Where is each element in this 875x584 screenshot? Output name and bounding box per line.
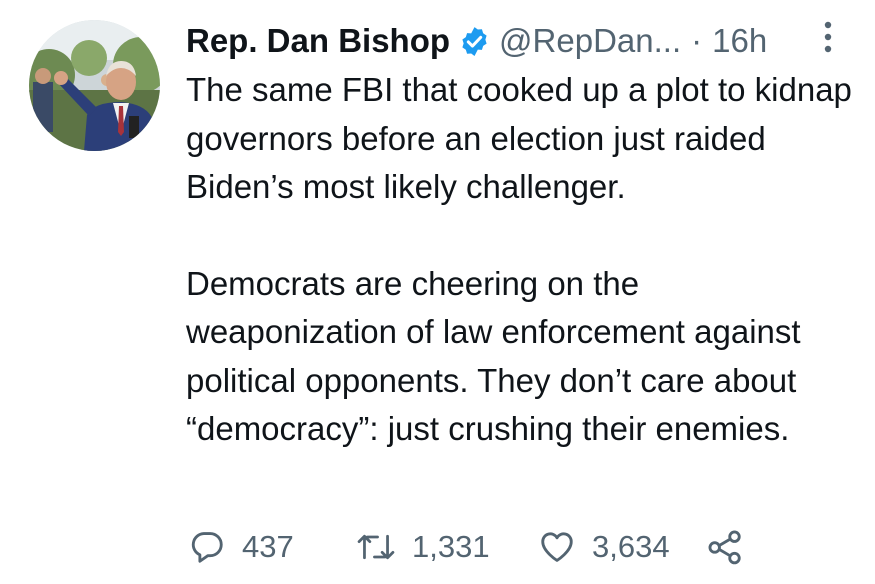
author-handle[interactable]: @RepDan... [499,22,681,60]
reply-icon [188,528,226,566]
more-vertical-icon[interactable] [821,20,835,54]
like-button[interactable]: 3,634 [538,522,670,572]
action-bar: 437 1,331 3,634 [188,522,788,572]
retweet-button[interactable]: 1,331 [356,522,490,572]
author-name[interactable]: Rep. Dan Bishop [186,22,450,60]
reply-button[interactable]: 437 [188,522,294,572]
verified-badge-icon [458,25,491,58]
share-icon [706,528,744,566]
like-count: 3,634 [592,529,670,564]
timestamp[interactable]: 16h [712,22,767,60]
tweet-text: The same FBI that cooked up a plot to ki… [186,66,854,454]
separator-dot: · [691,22,703,59]
tweet-paragraph: The same FBI that cooked up a plot to ki… [186,71,852,205]
share-button[interactable] [706,522,744,572]
retweet-icon [356,528,396,566]
heart-icon [538,528,576,566]
reply-count: 437 [242,529,294,564]
tweet-header: Rep. Dan Bishop @RepDan... · 16h [186,18,855,64]
retweet-count: 1,331 [412,529,490,564]
tweet[interactable]: Rep. Dan Bishop @RepDan... · 16h The sam… [0,0,875,584]
avatar[interactable] [29,20,160,151]
tweet-paragraph: Democrats are cheering on the weaponizat… [186,264,801,448]
